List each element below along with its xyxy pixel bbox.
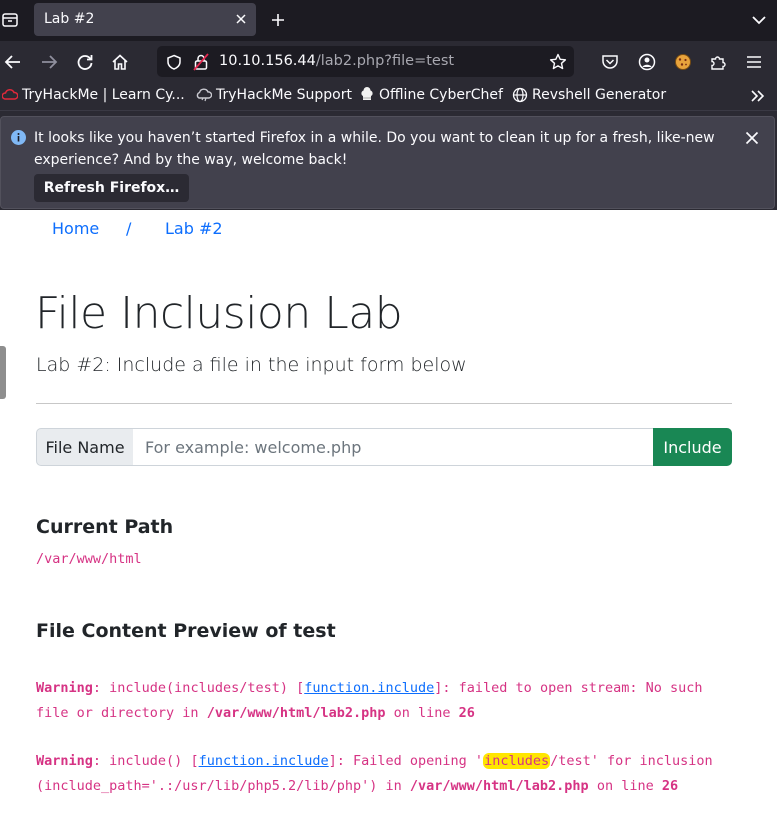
reload-icon[interactable] [74,51,96,73]
cloud-icon [196,87,212,103]
bookmark-label: Revshell Generator [532,87,667,103]
chevron-down-icon[interactable] [751,12,767,28]
insecure-lock-icon[interactable] [192,52,210,72]
page-content: Home / Lab #2 File Inclusion Lab Lab #2:… [0,210,777,820]
globe-icon [512,87,528,103]
bookmark-label: TryHackMe | Learn Cy... [22,87,185,103]
refresh-firefox-notification: It looks like you haven’t started Firefo… [0,116,775,209]
tab-title: Lab #2 [44,11,95,27]
url-path: /lab2.php?file=test [315,53,455,69]
bookmark-label: Offline CyberChef [379,87,503,103]
navigation-toolbar: 10.10.156.44/lab2.php?file=test [0,41,777,82]
account-icon[interactable] [636,51,658,73]
current-path-value: /var/www/html [36,551,142,567]
info-icon [11,130,26,145]
file-name-input[interactable] [133,428,654,466]
divider [36,403,732,404]
sidebar-handle[interactable] [0,346,6,399]
hamburger-menu-icon[interactable] [743,51,765,73]
bookmark-tryhackme[interactable]: TryHackMe | Learn Cy... [2,87,185,103]
warning-line: 26 [661,777,679,794]
warning-label: Warning [36,753,93,769]
bookmark-offline-cyberchef[interactable]: Offline CyberChef [359,87,503,103]
warning-text: on line [588,777,662,794]
refresh-firefox-button[interactable]: Refresh Firefox… [34,174,189,202]
page-title: File Inclusion Lab [35,288,403,339]
notification-message: It looks like you haven’t started Firefo… [34,130,715,168]
warning-text: : include() [ [92,753,199,769]
breadcrumb-lab2-link[interactable]: Lab #2 [165,219,223,238]
breadcrumb-separator: / [126,219,132,238]
bookmark-revshell-generator[interactable]: Revshell Generator [512,87,666,103]
url-host: 10.10.156.44 [219,53,316,69]
warning-text: on line [385,704,459,721]
tab-lab2[interactable]: Lab #2 [34,3,256,36]
page-subtitle: Lab #2: Include a file in the input form… [36,354,467,376]
bookmark-tryhackme-support[interactable]: TryHackMe Support [196,87,352,103]
shield-icon[interactable] [165,53,183,71]
warning-file: /var/www/html/lab2.php [206,704,386,721]
warning-message-1: Warning: include(includes/test) [functio… [36,676,736,725]
warning-line: 26 [458,704,475,721]
url-text[interactable]: 10.10.156.44/lab2.php?file=test [219,53,454,69]
breadcrumb-home-link[interactable]: Home [52,219,99,238]
cookie-extension-icon[interactable] [672,51,694,73]
current-path-heading: Current Path [36,516,174,538]
warning-text: : include(includes/test) [ [92,680,305,696]
function-include-link[interactable]: function.include [199,753,329,769]
function-include-link[interactable]: function.include [304,680,434,696]
warning-text: ]: Failed opening ' [328,753,484,769]
tab-list-icon[interactable] [0,9,20,31]
notification-bar: It looks like you haven’t started Firefo… [0,110,777,210]
chef-hat-icon [359,87,375,103]
close-icon[interactable] [744,130,760,146]
back-arrow-icon[interactable] [2,51,24,73]
home-icon[interactable] [109,51,131,73]
pocket-icon[interactable] [599,51,621,73]
file-include-form: File Name Include [36,428,732,466]
file-name-label: File Name [36,428,134,466]
tryhackme-icon [2,87,18,103]
include-button[interactable]: Include [653,428,732,466]
warning-file: /var/www/html/lab2.php [409,777,589,794]
bookmarks-toolbar: TryHackMe | Learn Cy... TryHackMe Suppor… [0,82,777,110]
highlighted-text: includes [483,753,551,769]
chevron-double-right-icon[interactable] [749,88,767,104]
new-tab-icon[interactable] [268,10,288,30]
tab-bar: Lab #2 [0,0,777,41]
address-bar[interactable]: 10.10.156.44/lab2.php?file=test [157,46,574,77]
close-tab-icon[interactable] [234,12,248,26]
bookmark-star-icon[interactable] [548,52,568,72]
warning-message-2: Warning: include() [function.include]: F… [36,749,736,798]
warning-label: Warning [36,680,93,696]
preview-heading: File Content Preview of test [36,620,336,642]
bookmark-label: TryHackMe Support [216,87,352,103]
forward-arrow-icon[interactable] [38,51,60,73]
extensions-puzzle-icon[interactable] [707,51,729,73]
